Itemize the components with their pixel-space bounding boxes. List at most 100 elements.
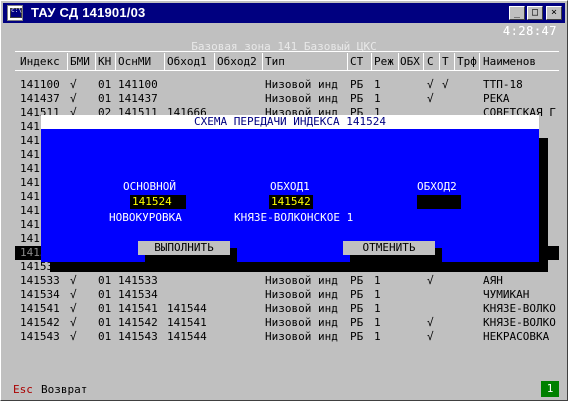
cell-col-index: 141 bbox=[20, 120, 40, 133]
column-divider bbox=[214, 53, 215, 71]
cell-col-mode: 1 bbox=[374, 92, 381, 105]
header-col-type[interactable]: Тип bbox=[265, 55, 285, 68]
execute-button[interactable]: ВЫПОЛНИТЬ bbox=[138, 241, 230, 255]
bypass1-label: ОБХОД1 bbox=[270, 180, 310, 193]
cell-col-name: КНЯЗЕ-ВОЛКО bbox=[483, 316, 556, 329]
cell-col-st: РБ bbox=[350, 274, 364, 287]
main-label: ОСНОВНОЙ bbox=[123, 180, 176, 193]
bypass2-index-field[interactable] bbox=[417, 195, 461, 209]
column-divider bbox=[439, 53, 440, 71]
cell-col-name: ЧУМИКАН bbox=[483, 288, 530, 301]
cancel-button[interactable]: ОТМЕНИТЬ bbox=[343, 241, 435, 255]
cell-col-main: 141437 bbox=[118, 92, 158, 105]
cell-col-s: √ bbox=[427, 330, 434, 343]
table-row[interactable]: 141543 √ 01 141543 141544 Низовой инд РБ 1 √ НЕКР… bbox=[15, 330, 559, 344]
cell-col-type: Низовой инд bbox=[265, 330, 338, 343]
cell-col-index: 141100 bbox=[20, 78, 60, 91]
cell-col-name: КНЯЗЕ-ВОЛКО bbox=[483, 302, 556, 315]
main-index-field[interactable]: 141524 bbox=[130, 195, 186, 209]
cell-col-s: √ bbox=[427, 78, 434, 91]
cell-col-st: РБ bbox=[350, 288, 364, 301]
transfer-scheme-dialog: СХЕМА ПЕРЕДАЧИ ИНДЕКСА 141524 ОСНОВНОЙ 1… bbox=[41, 115, 539, 262]
header-col-trf[interactable]: Трф bbox=[457, 55, 477, 68]
cell-col-st: РБ bbox=[350, 302, 364, 315]
cell-col-main: 141100 bbox=[118, 78, 158, 91]
window-title: ТАУ СД 141901/03 bbox=[31, 5, 146, 20]
column-divider bbox=[67, 53, 68, 71]
cell-col-bypass1: 141541 bbox=[167, 316, 207, 329]
table-header: Индекс БМИ КН ОснМИ Обход1 Обход2 Тип СТ Реж ОБХ С… bbox=[15, 51, 559, 71]
header-col-index[interactable]: Индекс bbox=[20, 55, 60, 68]
minimize-button[interactable]: _ bbox=[509, 6, 525, 20]
table-row[interactable]: 141541 √ 01 141541 141544 Низовой инд РБ 1 КНЯЗЕ… bbox=[15, 302, 559, 316]
clock-display: 4:28:47 bbox=[502, 24, 557, 38]
cell-col-index: 141542 bbox=[20, 316, 60, 329]
cell-col-type: Низовой инд bbox=[265, 316, 338, 329]
status-bar: Esc Возврат 1 bbox=[3, 381, 565, 399]
close-button[interactable]: × bbox=[546, 6, 562, 20]
header-col-main[interactable]: ОснМИ bbox=[118, 55, 151, 68]
cell-col-kn: 01 bbox=[98, 288, 112, 301]
cell-col-index: 141 bbox=[20, 204, 40, 217]
cell-col-bmi: √ bbox=[70, 78, 77, 91]
cell-col-type: Низовой инд bbox=[265, 78, 338, 91]
cell-col-index: 141 bbox=[20, 134, 40, 147]
dialog-title: СХЕМА ПЕРЕДАЧИ ИНДЕКСА 141524 bbox=[41, 115, 539, 129]
cell-col-name: АЯН bbox=[483, 274, 503, 287]
cell-col-kn: 01 bbox=[98, 330, 112, 343]
cell-col-index: 141437 bbox=[20, 92, 60, 105]
cell-col-name: ТТП-18 bbox=[483, 78, 523, 91]
cell-col-kn: 01 bbox=[98, 302, 112, 315]
cell-col-st: РБ bbox=[350, 92, 364, 105]
column-divider bbox=[347, 53, 348, 71]
cell-col-index: 141 bbox=[20, 232, 40, 245]
cell-col-bmi: √ bbox=[70, 288, 77, 301]
cell-col-kn: 01 bbox=[98, 78, 112, 91]
bypass1-index-field[interactable]: 141542 bbox=[269, 195, 313, 209]
cell-col-kn: 01 bbox=[98, 316, 112, 329]
cell-col-main: 141533 bbox=[118, 274, 158, 287]
cell-col-kn: 01 bbox=[98, 274, 112, 287]
table-row[interactable]: 141542 √ 01 141542 141541 Низовой инд РБ 1 √ КНЯЗ… bbox=[15, 316, 559, 330]
cell-col-index: 141 bbox=[20, 218, 40, 231]
header-col-mode[interactable]: Реж bbox=[374, 55, 394, 68]
bypass2-label: ОБХОД2 bbox=[417, 180, 457, 193]
cell-col-bmi: √ bbox=[70, 330, 77, 343]
table-row[interactable]: 141100 √ 01 141100 Низовой инд РБ 1 √ √ ТТП-18 bbox=[15, 78, 559, 92]
cell-col-main: 141542 bbox=[118, 316, 158, 329]
column-divider bbox=[398, 53, 399, 71]
cell-col-bypass1: 141544 bbox=[167, 302, 207, 315]
cell-col-index: 141 bbox=[20, 176, 40, 189]
table-row[interactable]: 141533 √ 01 141533 Низовой инд РБ 1 √ АЯН bbox=[15, 274, 559, 288]
cell-col-name: НЕКРАСОВКА bbox=[483, 330, 550, 343]
column-divider bbox=[371, 53, 372, 71]
table-row[interactable]: 141437 √ 01 141437 Низовой инд РБ 1 √ РЕКА bbox=[15, 92, 559, 106]
cell-col-st: РБ bbox=[350, 78, 364, 91]
esc-key-hint[interactable]: Esc bbox=[13, 383, 33, 396]
cell-col-index: 141541 bbox=[20, 302, 60, 315]
header-col-obh[interactable]: ОБХ bbox=[400, 55, 420, 68]
cell-col-type: Низовой инд bbox=[265, 302, 338, 315]
header-col-t[interactable]: Т bbox=[442, 55, 449, 68]
terminal-app-icon[interactable] bbox=[7, 5, 23, 21]
header-col-s[interactable]: С bbox=[427, 55, 434, 68]
header-col-bmi[interactable]: БМИ bbox=[70, 55, 90, 68]
cell-col-bmi: √ bbox=[70, 302, 77, 315]
column-divider bbox=[454, 53, 455, 71]
header-col-kn[interactable]: КН bbox=[98, 55, 111, 68]
maximize-button[interactable]: □ bbox=[527, 6, 543, 20]
header-col-name[interactable]: Наименов bbox=[483, 55, 536, 68]
cell-col-type: Низовой инд bbox=[265, 288, 338, 301]
cell-col-index: 141 bbox=[20, 190, 40, 203]
header-col-bypass2[interactable]: Обход2 bbox=[217, 55, 257, 68]
cell-col-mode: 1 bbox=[374, 302, 381, 315]
header-col-bypass1[interactable]: Обход1 bbox=[167, 55, 207, 68]
table-row[interactable]: 141534 √ 01 141534 Низовой инд РБ 1 ЧУМИКАН bbox=[15, 288, 559, 302]
header-col-st[interactable]: СТ bbox=[350, 55, 363, 68]
title-bar[interactable]: ТАУ СД 141901/03 _ □ × bbox=[3, 3, 565, 23]
cell-col-index: 141 bbox=[20, 148, 40, 161]
cell-col-mode: 1 bbox=[374, 288, 381, 301]
cell-col-kn: 01 bbox=[98, 92, 112, 105]
cell-col-s: √ bbox=[427, 92, 434, 105]
column-divider bbox=[164, 53, 165, 71]
